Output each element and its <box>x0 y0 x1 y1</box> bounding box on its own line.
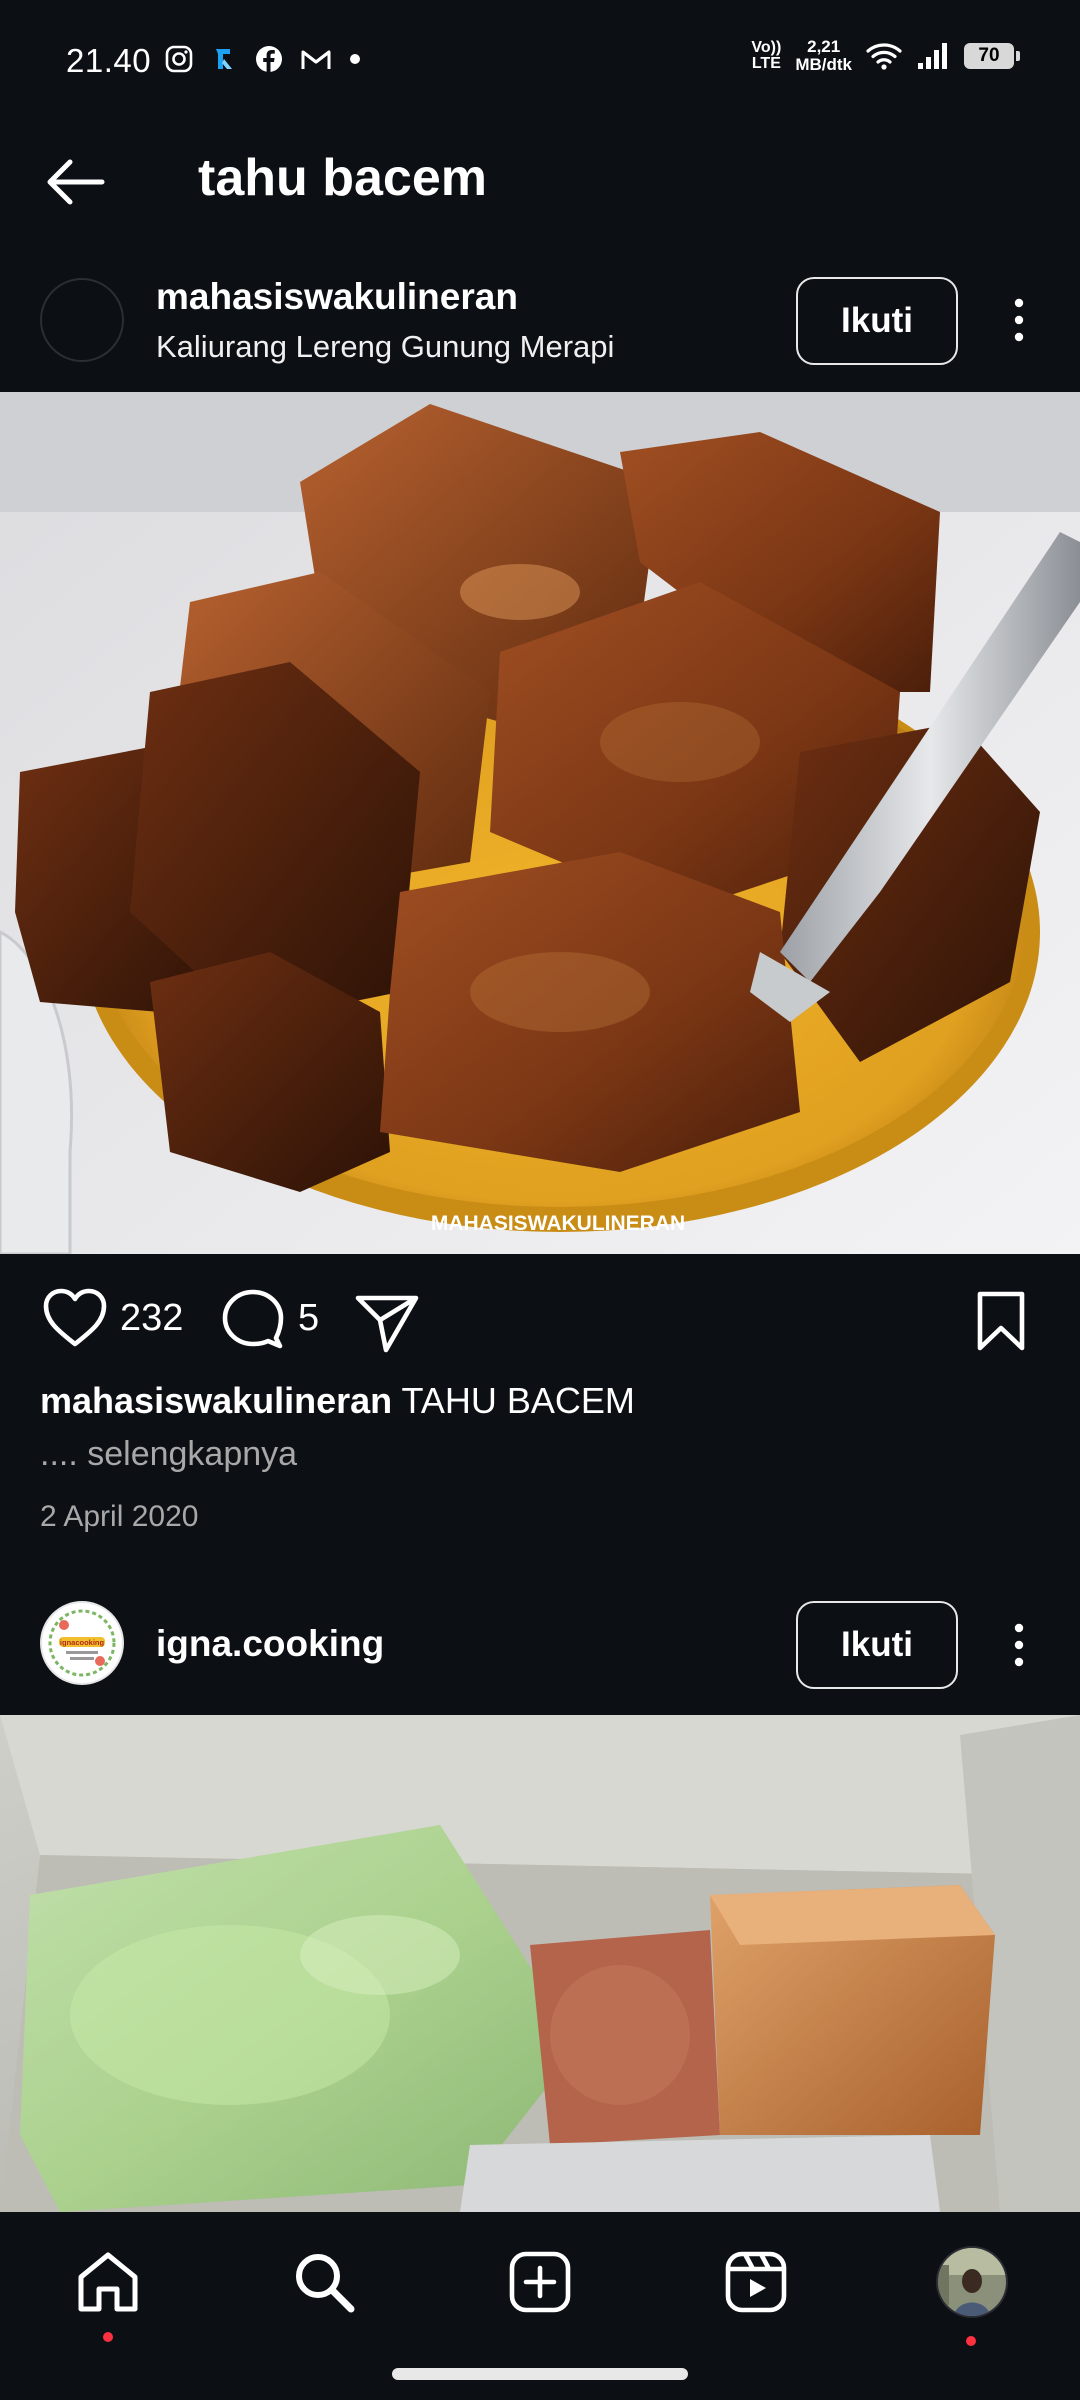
caption-username[interactable]: mahasiswakulineran <box>40 1380 392 1421</box>
signal-icon <box>918 43 947 69</box>
app-icon <box>216 49 232 69</box>
nav-reels[interactable] <box>716 2242 796 2322</box>
nav-create[interactable] <box>500 2242 580 2322</box>
comment-count: 5 <box>298 1296 320 1339</box>
bookmark-icon[interactable] <box>972 1288 1030 1354</box>
page-title: tahu bacem <box>198 149 487 207</box>
tahu-bacem-photo: MAHASISWAKULINERAN <box>0 392 1080 1254</box>
post-header: ignacooking igna.cooking Ikuti <box>0 1575 1080 1715</box>
notification-dot <box>966 2336 976 2346</box>
profile-avatar[interactable] <box>935 2245 1009 2319</box>
heart-icon[interactable] <box>40 1286 110 1350</box>
comment-icon[interactable] <box>218 1286 288 1350</box>
post-username[interactable]: igna.cooking <box>156 1623 384 1665</box>
notification-dot <box>103 2332 113 2342</box>
post-header: mahasiswakulineran Kaliurang Lereng Gunu… <box>0 250 1080 390</box>
like-count: 232 <box>120 1296 184 1339</box>
status-time: 21.40 <box>66 42 152 79</box>
notification-icons <box>164 44 362 74</box>
post-image[interactable] <box>0 1715 1080 2212</box>
volte-indicator: Vo)) LTE <box>751 40 781 72</box>
nav-profile[interactable] <box>932 2242 1012 2322</box>
search-results-header: tahu bacem <box>0 124 1080 244</box>
speed-value: 2,21 <box>807 37 841 56</box>
gmail-icon <box>301 50 331 69</box>
battery-indicator: 70 <box>964 43 1020 69</box>
comment-action[interactable]: 5 <box>218 1286 319 1350</box>
status-bar: 21.40 Vo)) LTE 2,21 MB/dtk 70 <box>0 0 1080 124</box>
photo-watermark: MAHASISWAKULINERAN <box>431 1212 685 1235</box>
avatar[interactable] <box>40 278 124 362</box>
tahu-box-photo <box>0 1715 1080 2212</box>
network-speed: 2,21 MB/dtk <box>795 38 852 74</box>
post-username[interactable]: mahasiswakulineran <box>156 276 518 318</box>
nav-search[interactable] <box>284 2242 364 2322</box>
more-options-icon[interactable] <box>1004 290 1034 350</box>
follow-button[interactable]: Ikuti <box>796 1601 958 1689</box>
post-location[interactable]: Kaliurang Lereng Gunung Merapi <box>156 329 614 365</box>
system-status: Vo)) LTE 2,21 MB/dtk 70 <box>751 38 1020 74</box>
create-icon[interactable] <box>507 2249 573 2315</box>
dot-icon <box>350 54 360 64</box>
volte-label: Vo)) <box>751 39 782 56</box>
post-date: 2 April 2020 <box>40 1500 199 1533</box>
logo-text: ignacooking <box>60 1638 105 1647</box>
lte-label: LTE <box>751 55 781 72</box>
post-caption: mahasiswakulineran TAHU BACEM <box>40 1380 635 1422</box>
reels-icon[interactable] <box>723 2249 789 2315</box>
arrow-left-icon[interactable] <box>40 152 110 212</box>
more-options-icon[interactable] <box>1004 1615 1034 1675</box>
screen: 21.40 Vo)) LTE 2,21 MB/dtk 70 tahu bacem <box>0 0 1080 2400</box>
follow-button[interactable]: Ikuti <box>796 277 958 365</box>
instagram-icon <box>165 45 193 73</box>
post-actions: 232 5 <box>0 1256 1080 1386</box>
avatar[interactable]: ignacooking <box>40 1601 124 1685</box>
caption-text: TAHU BACEM <box>401 1380 635 1421</box>
share-icon[interactable] <box>352 1290 422 1354</box>
post-image[interactable]: MAHASISWAKULINERAN <box>0 392 1080 1254</box>
facebook-icon <box>256 46 282 73</box>
gesture-home-bar[interactable] <box>392 2368 688 2380</box>
home-icon[interactable] <box>75 2249 141 2315</box>
speed-unit: MB/dtk <box>795 55 852 74</box>
brand-logo: ignacooking <box>44 1605 120 1681</box>
bottom-navigation <box>0 2212 1080 2400</box>
like-action[interactable]: 232 <box>40 1286 183 1350</box>
nav-home[interactable] <box>68 2242 148 2322</box>
see-more-link[interactable]: .... selengkapnya <box>40 1435 297 1474</box>
search-icon[interactable] <box>291 2249 357 2315</box>
wifi-icon <box>866 43 902 70</box>
